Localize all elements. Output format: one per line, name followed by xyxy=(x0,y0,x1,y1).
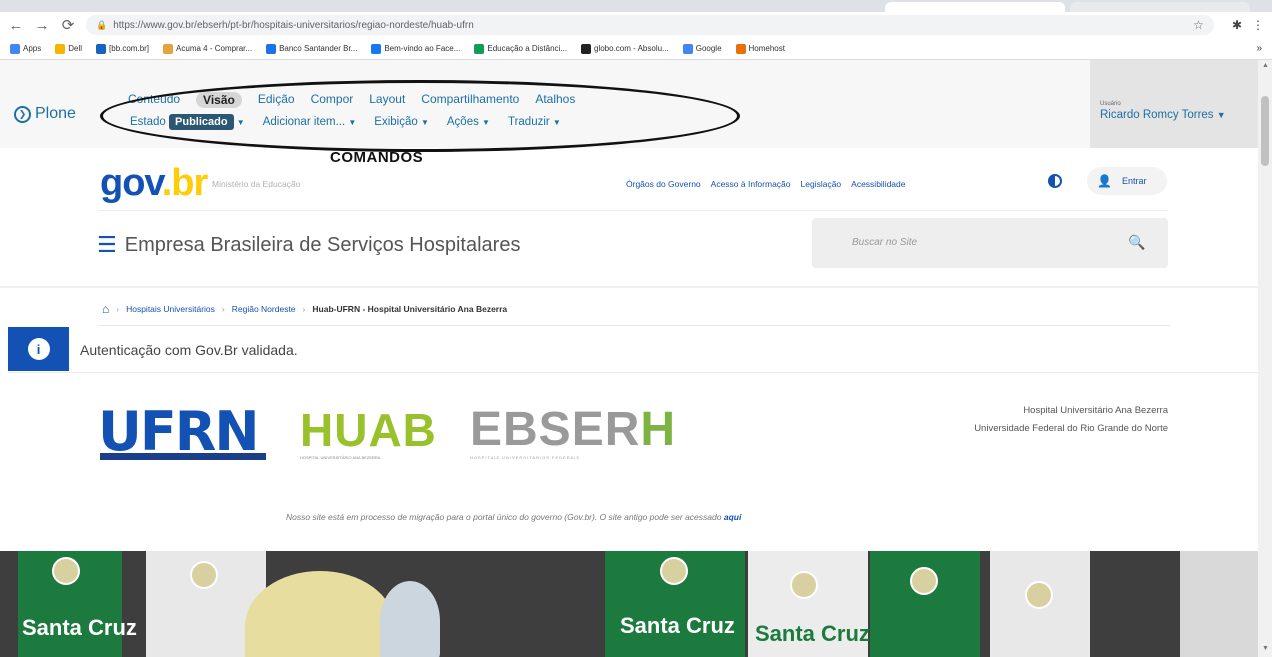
user-icon: 👤 xyxy=(1097,174,1112,188)
bookmark-apps[interactable]: Apps xyxy=(10,43,41,54)
homehost-icon xyxy=(735,43,746,54)
link-acessibilidade[interactable]: Acessibilidade xyxy=(851,179,905,189)
scroll-up-icon[interactable]: ▲ xyxy=(1262,62,1269,69)
scroll-down-icon[interactable]: ▼ xyxy=(1262,645,1269,652)
url-text: https://www.gov.br/ebserh/pt-br/hospitai… xyxy=(113,19,474,31)
bb-icon xyxy=(96,43,107,54)
banner-text: Santa Cruz xyxy=(620,613,735,638)
link-acesso-informacao[interactable]: Acesso à Informação xyxy=(711,179,791,189)
bookmarks-bar: Apps Dell [bb.com.br] Acuma 4 - Comprar.… xyxy=(0,38,1272,60)
tab-strip xyxy=(0,0,1272,12)
bookmark-homehost[interactable]: Homehost xyxy=(735,43,785,54)
header-divider xyxy=(98,210,1168,211)
bookmark-globo[interactable]: globo.com - Absolu... xyxy=(581,43,669,54)
breadcrumb-separator: › xyxy=(221,304,225,314)
news-photo[interactable]: Santa Cruz Santa Cruz Santa Cruz xyxy=(0,551,1258,657)
browser-toolbar: ← → ⟳ 🔒 https://www.gov.br/ebserh/pt-br/… xyxy=(0,12,1272,38)
santander-icon xyxy=(266,43,277,54)
entrar-button[interactable]: 👤 Entrar xyxy=(1087,167,1167,195)
hospital-name: Hospital Universitário Ana Bezerra Unive… xyxy=(974,405,1168,434)
banner-text: Santa Cruz xyxy=(755,621,870,646)
screen: ← → ⟳ 🔒 https://www.gov.br/ebserh/pt-br/… xyxy=(0,0,1272,657)
acuma-icon xyxy=(163,43,174,54)
alert-text: Autenticação com Gov.Br validada. xyxy=(80,342,298,358)
migration-link[interactable]: aqui xyxy=(724,512,741,522)
annotation-ellipse xyxy=(100,80,740,152)
info-icon: i xyxy=(27,338,50,360)
globo-icon xyxy=(581,43,591,54)
crest-icon xyxy=(190,561,218,589)
bookmark-facebook[interactable]: Bem-vindo ao Face... xyxy=(371,43,460,54)
lock-icon: 🔒 xyxy=(96,19,108,30)
search-input[interactable]: Buscar no Site xyxy=(852,237,917,248)
breadcrumb-separator: › xyxy=(302,304,306,314)
menu-icon[interactable]: ☰ xyxy=(97,232,117,258)
browser-tab-active[interactable] xyxy=(885,2,1065,12)
person-figure xyxy=(245,571,395,657)
ebserh-logo[interactable]: EBSERH HOSPITAIS UNIVERSITÁRIOS FEDERAIS xyxy=(470,405,676,461)
huab-logo[interactable]: HUAB HOSPITAL UNIVERSITÁRIO ANA BEZERRA xyxy=(300,405,437,460)
crest-icon xyxy=(910,567,938,595)
forward-icon[interactable]: → xyxy=(34,17,50,34)
breadcrumb-item[interactable]: Hospitais Universitários xyxy=(126,304,215,314)
header-shadow xyxy=(0,286,1258,288)
back-icon[interactable]: ← xyxy=(8,17,24,34)
breadcrumb-current: Huab-UFRN - Hospital Universitário Ana B… xyxy=(312,304,508,314)
annotation-label: COMANDOS xyxy=(330,149,424,166)
crest-icon xyxy=(790,571,818,599)
crest-icon xyxy=(1025,581,1053,609)
bookmark-google[interactable]: Google xyxy=(682,43,722,54)
bookmark-bb[interactable]: [bb.com.br] xyxy=(96,43,149,54)
breadcrumb-item[interactable]: Região Nordeste xyxy=(232,304,296,314)
address-bar[interactable]: 🔒 https://www.gov.br/ebserh/pt-br/hospit… xyxy=(86,15,1214,35)
user-name[interactable]: Ricardo Romcy Torres ▼ xyxy=(1100,109,1226,121)
chevron-down-icon: ▼ xyxy=(1216,110,1226,120)
facebook-icon xyxy=(371,43,382,54)
ufrn-logo[interactable]: UFRN xyxy=(98,405,270,465)
ministerio-label: Ministério da Educação xyxy=(212,179,301,189)
extensions-icon[interactable]: ✱ xyxy=(1232,18,1242,32)
user-label: Usuário xyxy=(1100,101,1121,107)
bookmark-dell[interactable]: Dell xyxy=(55,43,82,54)
breadcrumb: ⌂ › Hospitais Universitários › Região No… xyxy=(102,302,507,316)
alert-icon-box: i xyxy=(8,327,69,371)
banner-text: Santa Cruz xyxy=(22,615,137,640)
site-title: ☰ Empresa Brasileira de Serviços Hospita… xyxy=(97,232,521,258)
search-icon[interactable]: 🔍 xyxy=(1128,234,1145,251)
link-legislacao[interactable]: Legislação xyxy=(801,179,842,189)
apps-icon xyxy=(10,43,20,54)
folder-icon xyxy=(55,43,66,54)
google-icon xyxy=(682,43,693,54)
reload-icon[interactable]: ⟳ xyxy=(60,16,76,34)
link-orgaos[interactable]: Órgãos do Governo xyxy=(626,179,701,189)
govbr-logo[interactable]: gov.br xyxy=(100,163,208,203)
more-bookmarks-icon[interactable]: » xyxy=(1256,43,1262,54)
browser-tab[interactable] xyxy=(1070,2,1250,12)
top-links: Órgãos do Governo Acesso à Informação Le… xyxy=(626,179,906,189)
bookmark-acuma[interactable]: Acuma 4 - Comprar... xyxy=(163,43,252,54)
crest-icon xyxy=(52,557,80,585)
plone-logo[interactable]: ❯ Plone xyxy=(14,105,76,123)
plone-logo-icon: ❯ xyxy=(14,105,31,123)
bookmark-ead[interactable]: Educação a Distânci... xyxy=(474,43,567,54)
contrast-icon[interactable] xyxy=(1048,174,1062,188)
migration-notice: Nosso site está em processo de migração … xyxy=(286,512,742,522)
ufrn-logo-bar xyxy=(100,453,266,460)
ead-icon xyxy=(474,43,485,54)
scrollbar-thumb[interactable] xyxy=(1261,96,1269,166)
breadcrumb-divider xyxy=(98,325,1170,326)
person-figure xyxy=(380,581,440,657)
menu-icon[interactable]: ⋮ xyxy=(1252,18,1264,32)
bookmark-santander[interactable]: Banco Santander Br... xyxy=(266,43,357,54)
star-icon[interactable]: ☆ xyxy=(1193,18,1204,32)
crest-icon xyxy=(660,557,688,585)
home-icon[interactable]: ⌂ xyxy=(102,302,109,316)
breadcrumb-separator: › xyxy=(116,304,120,314)
banner-panel xyxy=(1180,551,1258,657)
